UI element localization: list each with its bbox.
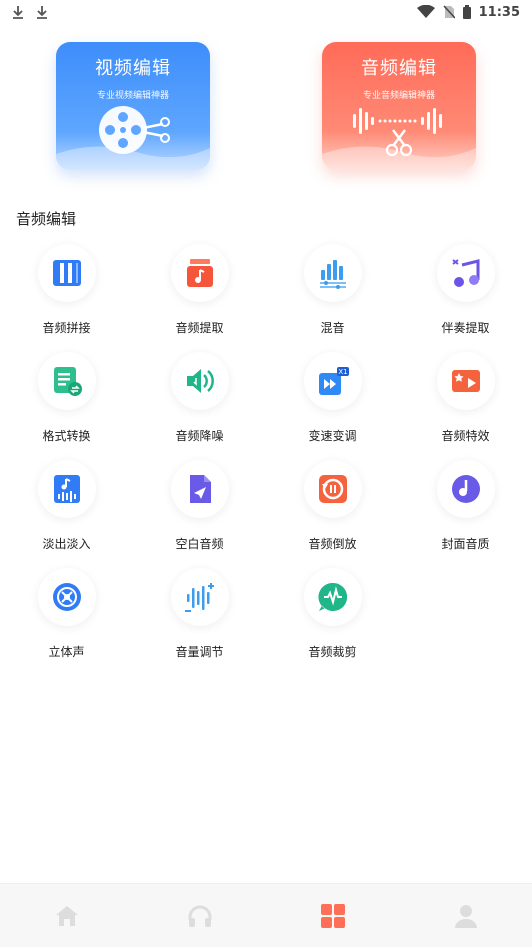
stereo-icon <box>37 568 96 626</box>
tool-label: 变速变调 <box>308 429 357 443</box>
volume-adjust-icon <box>170 568 229 626</box>
blank-audio-icon <box>170 460 229 518</box>
profile-icon <box>454 904 477 928</box>
tool-cover-quality[interactable]: 封面音质 <box>399 458 532 566</box>
download-icon <box>37 6 47 19</box>
tool-reverse[interactable]: 音频倒放 <box>266 458 399 566</box>
bottom-tab-bar <box>0 883 532 947</box>
tab-home[interactable] <box>0 884 133 947</box>
tool-label: 伴奏提取 <box>441 321 490 335</box>
tool-label: 淡出淡入 <box>42 537 91 551</box>
wifi-icon <box>416 5 435 18</box>
headphones-icon <box>188 905 211 927</box>
tool-label: 音频降噪 <box>175 429 224 443</box>
tool-mix[interactable]: 混音 <box>266 242 399 350</box>
section-title: 音频编辑 <box>16 210 77 228</box>
audio-splice-icon <box>37 244 96 302</box>
tool-label: 音频提取 <box>175 321 224 335</box>
waveform-scissors-icon <box>322 100 476 160</box>
tool-blank-audio[interactable]: 空白音频 <box>133 458 266 566</box>
tool-accompaniment-extract[interactable]: 伴奏提取 <box>399 242 532 350</box>
tool-label: 音量调节 <box>175 645 224 659</box>
tool-label: 封面音质 <box>441 537 490 551</box>
audio-edit-title: 音频编辑 <box>361 58 437 79</box>
clock: 11:35 <box>478 4 520 20</box>
tool-label: 音频拼接 <box>42 321 91 335</box>
tool-label: 空白音频 <box>175 537 224 551</box>
audio-effects-icon <box>436 352 495 410</box>
no-sim-icon <box>443 5 455 19</box>
download-icon <box>13 6 23 19</box>
tool-fade[interactable]: 淡出淡入 <box>0 458 133 566</box>
speed-pitch-icon: X1 <box>303 352 362 410</box>
tool-label: 格式转换 <box>42 429 91 443</box>
mix-icon <box>303 244 362 302</box>
tool-speed-pitch[interactable]: X1 变速变调 <box>266 350 399 458</box>
accompaniment-extract-icon <box>436 244 495 302</box>
tab-music[interactable] <box>133 884 266 947</box>
status-bar: 11:35 <box>0 0 532 24</box>
tool-volume-adjust[interactable]: 音量调节 <box>133 566 266 674</box>
video-edit-title: 视频编辑 <box>95 58 171 79</box>
fade-icon <box>37 460 96 518</box>
tool-audio-splice[interactable]: 音频拼接 <box>0 242 133 350</box>
audio-trim-icon <box>303 568 362 626</box>
home-icon <box>55 905 78 926</box>
tab-profile[interactable] <box>399 884 532 947</box>
video-edit-card[interactable]: 视频编辑 专业视频编辑神器 <box>56 42 210 170</box>
battery-icon <box>462 5 471 19</box>
tool-audio-trim[interactable]: 音频裁剪 <box>266 566 399 674</box>
tool-grid: 音频拼接 音频提取 混音 伴奏提取 格式转换 音频降噪 X1 变速变调 音频特效… <box>0 242 532 674</box>
reverse-icon <box>303 460 362 518</box>
audio-extract-icon <box>170 244 229 302</box>
noise-reduction-icon <box>170 352 229 410</box>
tool-label: 混音 <box>320 321 345 335</box>
cover-quality-icon <box>436 460 495 518</box>
tool-label: 音频裁剪 <box>308 645 357 659</box>
status-left <box>12 5 48 19</box>
tool-label: 音频倒放 <box>308 537 357 551</box>
tools-grid-icon <box>320 903 345 928</box>
tab-tools[interactable] <box>266 884 399 947</box>
tool-label: 音频特效 <box>441 429 490 443</box>
tool-stereo[interactable]: 立体声 <box>0 566 133 674</box>
tool-audio-effects[interactable]: 音频特效 <box>399 350 532 458</box>
format-convert-icon <box>37 352 96 410</box>
audio-edit-card[interactable]: 音频编辑 专业音频编辑神器 <box>322 42 476 170</box>
tool-audio-extract[interactable]: 音频提取 <box>133 242 266 350</box>
svg-text:X1: X1 <box>338 368 347 376</box>
film-reel-scissors-icon <box>56 100 210 160</box>
tool-label: 立体声 <box>48 645 85 659</box>
tool-noise-reduction[interactable]: 音频降噪 <box>133 350 266 458</box>
tool-format-convert[interactable]: 格式转换 <box>0 350 133 458</box>
status-right: 11:35 <box>416 4 520 20</box>
